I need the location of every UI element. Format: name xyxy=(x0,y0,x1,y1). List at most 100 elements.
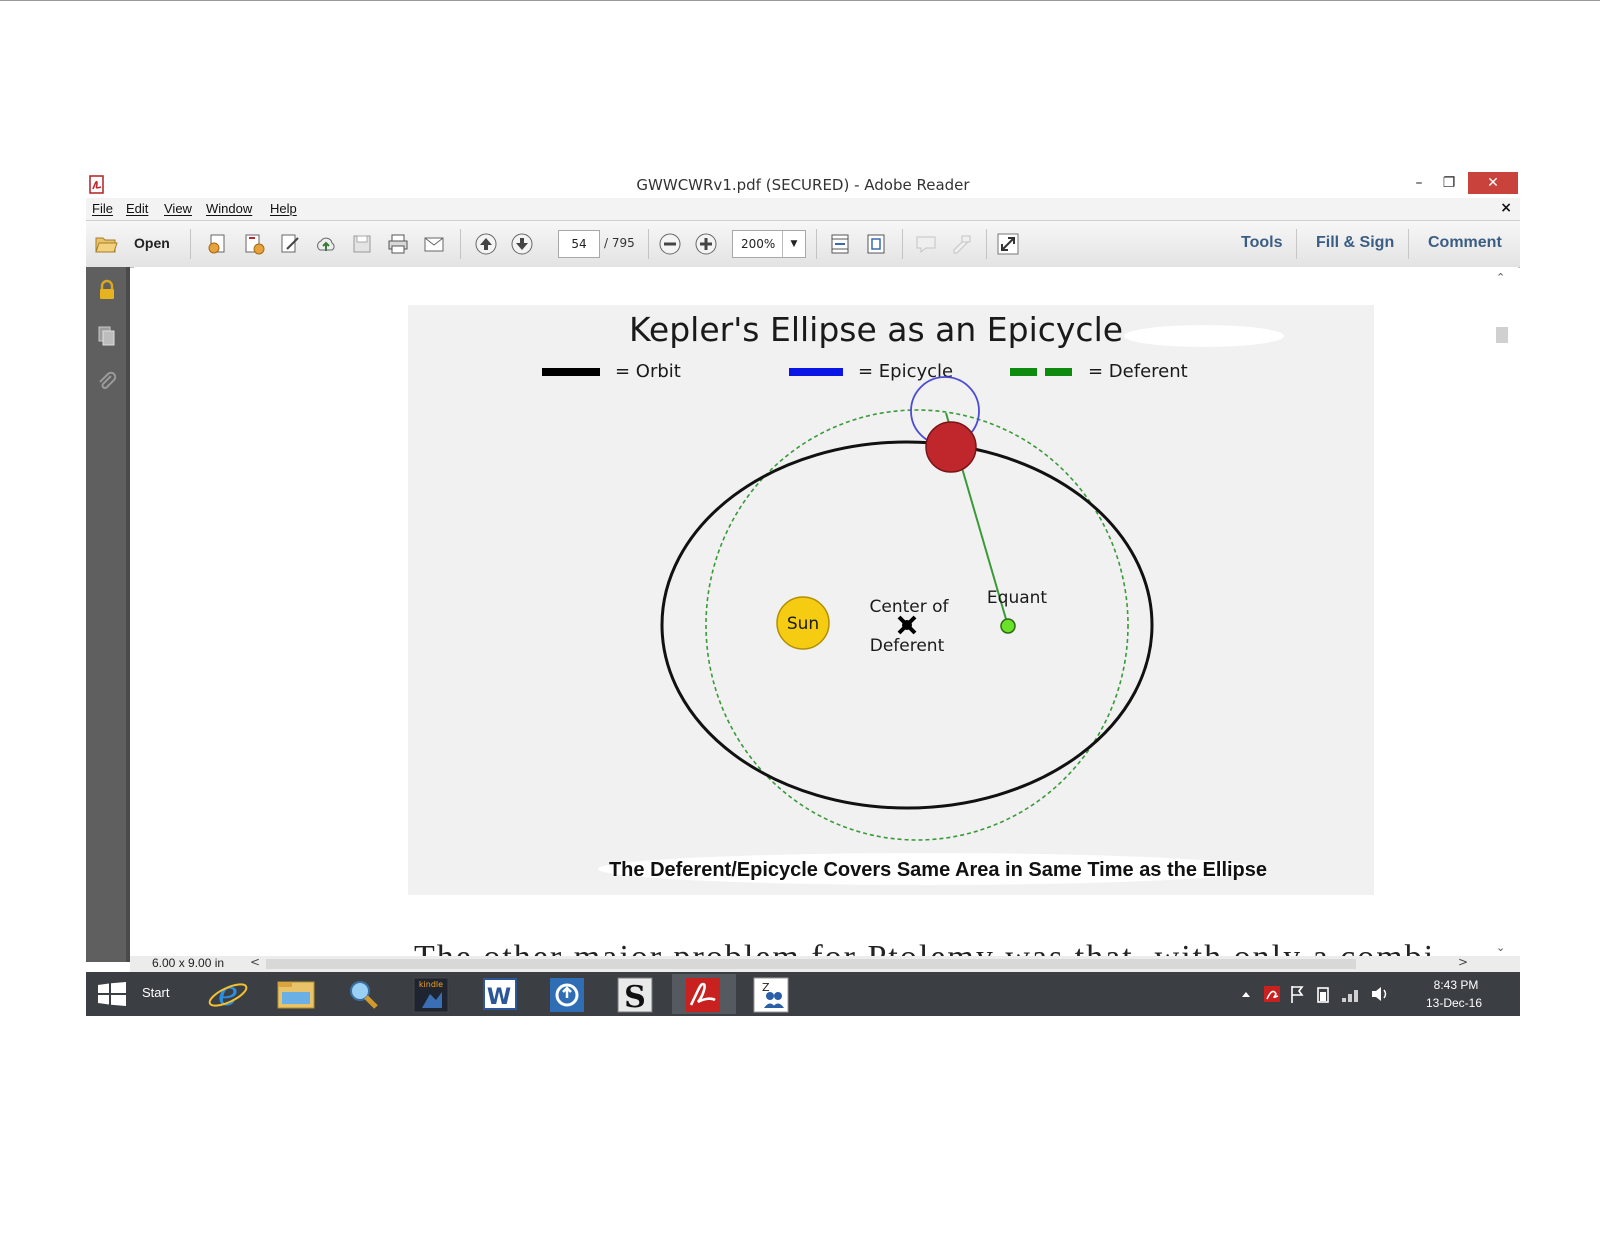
menu-edit[interactable]: Edit xyxy=(126,201,148,216)
vertical-scrollbar[interactable]: ⌃ ⌄ xyxy=(1484,267,1518,957)
top-border xyxy=(0,0,1600,1)
comment-link[interactable]: Comment xyxy=(1428,234,1502,252)
word-icon: W xyxy=(483,978,517,1010)
previous-page-icon[interactable] xyxy=(474,232,498,256)
taskbar-word[interactable]: W xyxy=(468,974,532,1014)
toolbar: Open 54 / 795 200% ▼ Tools Fill & Sign C… xyxy=(86,220,1520,268)
menu-help[interactable]: Help xyxy=(270,201,297,216)
document-body-text: The other major problem for Ptolemy was … xyxy=(414,939,1435,957)
equant-point xyxy=(1000,618,1016,634)
edit-pdf-icon[interactable] xyxy=(278,232,302,256)
save-icon[interactable] xyxy=(350,232,374,256)
export-pdf-icon[interactable] xyxy=(242,232,266,256)
toolbar-separator xyxy=(190,229,191,259)
toolbar-separator xyxy=(902,229,903,259)
minimize-button[interactable]: – xyxy=(1404,172,1434,194)
adobe-reader-icon xyxy=(686,978,720,1012)
legend-swatch-orbit xyxy=(542,368,600,376)
cloud-upload-icon[interactable] xyxy=(314,232,338,256)
page-size: 6.00 x 9.00 in xyxy=(152,956,225,970)
menu-file[interactable]: File xyxy=(92,201,113,216)
scroll-down-icon[interactable]: ⌄ xyxy=(1496,941,1505,954)
taskbar-search-app[interactable] xyxy=(332,974,396,1014)
center-label-line2: Deferent xyxy=(870,636,945,656)
internet-explorer-icon: e xyxy=(208,974,248,1014)
next-page-icon[interactable] xyxy=(510,232,534,256)
menu-window[interactable]: Window xyxy=(206,201,252,216)
taskbar-app-blue[interactable] xyxy=(536,974,600,1014)
close-document-button[interactable]: × xyxy=(1500,200,1512,216)
taskbar-zotero-app[interactable]: Z xyxy=(740,974,804,1014)
taskbar-kindle[interactable]: kindle xyxy=(400,974,464,1014)
legend-swatch-deferent xyxy=(1010,368,1037,376)
chevron-down-icon[interactable]: ▼ xyxy=(782,231,805,257)
zoom-in-icon[interactable] xyxy=(694,232,718,256)
taskbar-file-explorer[interactable] xyxy=(264,974,328,1014)
adobe-reader-window: GWWCWRv1.pdf (SECURED) - Adobe Reader – … xyxy=(86,172,1520,1032)
figure-caption: The Deferent/Epicycle Covers Same Area i… xyxy=(609,859,1267,881)
highlight-icon xyxy=(953,235,971,254)
legend-swatch-epicycle xyxy=(789,368,843,376)
folder-open-icon[interactable] xyxy=(94,232,118,256)
horizontal-scrollbar[interactable] xyxy=(266,959,1356,969)
taskbar-adobe-reader[interactable] xyxy=(672,974,736,1014)
zoom-value: 200% xyxy=(741,237,776,251)
menu-view[interactable]: View xyxy=(164,201,192,216)
system-tray xyxy=(1242,986,1387,1003)
email-icon[interactable] xyxy=(422,232,446,256)
legend-epicycle: = Epicycle xyxy=(858,361,953,382)
clock-date[interactable]: 13-Dec-16 xyxy=(1412,996,1496,1010)
zoom-out-icon[interactable] xyxy=(658,232,682,256)
blue-circle-app-icon xyxy=(550,978,584,1012)
toolbar-separator xyxy=(460,229,461,259)
toolbar-separator xyxy=(1408,229,1409,259)
windows-logo-icon xyxy=(98,982,126,1006)
clock-time[interactable]: 8:43 PM xyxy=(1416,978,1496,992)
svg-text:e: e xyxy=(218,974,238,1014)
kepler-figure: Kepler's Ellipse as an Epicycle = Orbit … xyxy=(408,305,1374,895)
svg-text:W: W xyxy=(487,985,511,1010)
scroll-left-icon[interactable]: < xyxy=(250,955,260,969)
equant-label: Equant xyxy=(987,588,1047,608)
title-bar: GWWCWRv1.pdf (SECURED) - Adobe Reader – … xyxy=(86,172,1520,198)
kindle-icon: kindle xyxy=(413,977,449,1013)
open-button-label[interactable]: Open xyxy=(134,235,170,251)
scroll-right-icon[interactable]: > xyxy=(1458,955,1468,969)
sticky-note-icon xyxy=(916,236,936,254)
scroll-thumb[interactable] xyxy=(1496,327,1508,343)
zoom-select[interactable]: 200% ▼ xyxy=(732,230,806,258)
restore-button[interactable]: ❐ xyxy=(1434,172,1464,194)
white-smudge xyxy=(1124,325,1284,347)
legend-swatch-deferent xyxy=(1045,368,1072,376)
svg-text:kindle: kindle xyxy=(419,980,443,989)
lock-icon[interactable] xyxy=(96,279,118,301)
status-bar: 6.00 x 9.00 in < > xyxy=(130,955,1520,972)
attachment-icon[interactable] xyxy=(96,371,118,393)
taskbar-internet-explorer[interactable]: e xyxy=(196,974,260,1014)
legend-deferent: = Deferent xyxy=(1088,361,1188,382)
full-screen-icon[interactable] xyxy=(996,232,1020,256)
toolbar-separator xyxy=(648,229,649,259)
start-button[interactable]: Start xyxy=(86,972,196,1016)
magnifier-icon xyxy=(350,981,378,1009)
window-title: GWWCWRv1.pdf (SECURED) - Adobe Reader xyxy=(636,176,970,194)
flag-icon xyxy=(1291,986,1304,1003)
document-view[interactable]: Kepler's Ellipse as an Epicycle = Orbit … xyxy=(134,267,1484,957)
network-icon xyxy=(1342,990,1358,1002)
start-label: Start xyxy=(142,985,170,1000)
print-icon[interactable] xyxy=(386,232,410,256)
fit-page-icon[interactable] xyxy=(864,232,888,256)
fit-width-icon[interactable] xyxy=(828,232,852,256)
close-button[interactable]: ✕ xyxy=(1468,172,1518,194)
center-dot xyxy=(902,620,912,630)
pages-icon[interactable] xyxy=(96,325,118,347)
tools-link[interactable]: Tools xyxy=(1241,234,1282,252)
create-pdf-icon[interactable] xyxy=(206,232,230,256)
scrivener-icon: S xyxy=(617,977,653,1015)
fill-and-sign-link[interactable]: Fill & Sign xyxy=(1316,234,1394,252)
taskbar-scrivener[interactable]: S xyxy=(604,974,668,1015)
legend-orbit: = Orbit xyxy=(615,361,681,382)
page-number-input[interactable]: 54 xyxy=(558,230,600,258)
figure-title: Kepler's Ellipse as an Epicycle xyxy=(629,310,1123,349)
scroll-up-icon[interactable]: ⌃ xyxy=(1496,271,1505,284)
